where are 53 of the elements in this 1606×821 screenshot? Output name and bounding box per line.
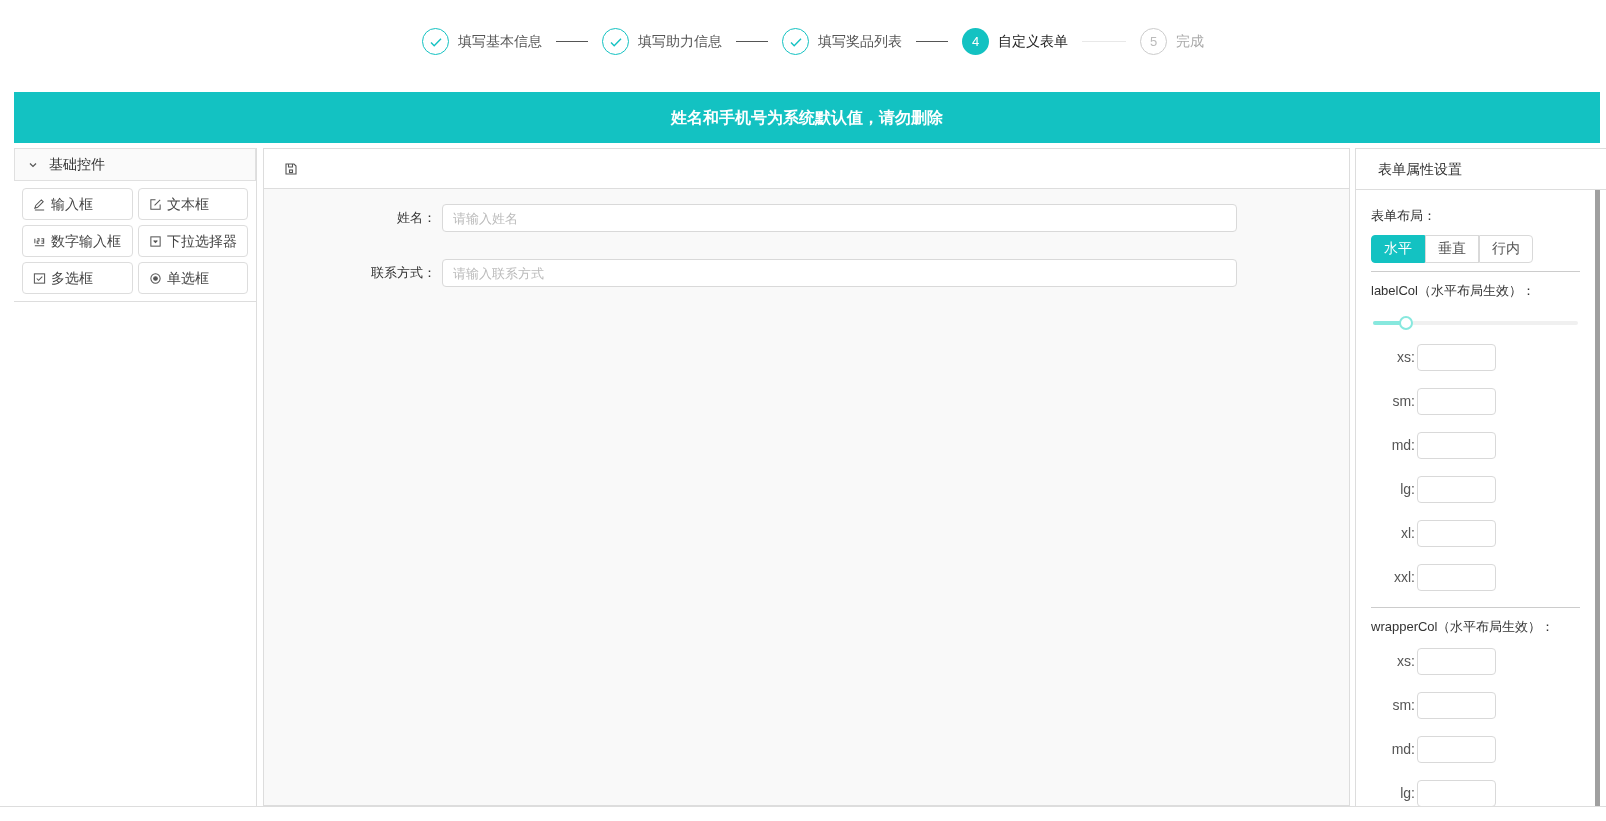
- input-field[interactable]: [1417, 692, 1496, 719]
- group-title: labelCol（水平布局生效）：: [1371, 281, 1536, 300]
- step-label: 自定义表单: [998, 32, 1068, 51]
- control-item[interactable]: 数字输入框: [22, 225, 133, 257]
- field-label: sm:: [1391, 696, 1415, 715]
- field-label: xs:: [1396, 347, 1415, 367]
- input-field[interactable]: [1417, 431, 1496, 459]
- save-icon[interactable]: [284, 161, 298, 176]
- field-label: sm:: [1391, 391, 1415, 411]
- notice-banner: 姓名和手机号为系统默认值，请勿删除: [14, 92, 1600, 143]
- field-label: xs:: [1396, 652, 1415, 671]
- input-field[interactable]: [1417, 519, 1496, 547]
- control-item[interactable]: 下拉选择器: [137, 225, 248, 257]
- control-item[interactable]: 单选框: [137, 262, 248, 294]
- field-label: lg:: [1399, 784, 1415, 803]
- input-field[interactable]: [1417, 780, 1496, 806]
- input-field[interactable]: [1417, 563, 1496, 591]
- pencil-icon: [33, 197, 46, 211]
- step-label: 完成: [1176, 32, 1204, 51]
- field-label: xxl:: [1393, 567, 1415, 587]
- step-number: 4: [962, 28, 989, 55]
- input-field[interactable]: [1417, 736, 1496, 763]
- panel-title: 基础控件: [49, 155, 105, 174]
- input-field[interactable]: [1417, 343, 1496, 371]
- field-label: md:: [1390, 435, 1415, 455]
- radio-icon: [148, 271, 162, 285]
- input-field[interactable]: [1417, 648, 1496, 675]
- control-item[interactable]: 多选框: [22, 262, 133, 294]
- slider[interactable]: [1373, 316, 1578, 330]
- field-label: lg:: [1399, 479, 1415, 499]
- field-label: xl:: [1400, 523, 1415, 543]
- input-field[interactable]: 请输入姓名: [442, 204, 1237, 232]
- step-label: 填写基本信息: [458, 32, 542, 51]
- layout-label: 表单布局：: [1371, 207, 1437, 225]
- control-item[interactable]: 文本框: [137, 188, 248, 220]
- field-label: md:: [1390, 740, 1415, 759]
- slider-thumb[interactable]: [1398, 316, 1413, 330]
- step-label: 填写助力信息: [638, 32, 722, 51]
- input-field[interactable]: [1417, 475, 1496, 503]
- field-label: 姓名：: [396, 209, 437, 228]
- step-label: 填写奖品列表: [818, 32, 902, 51]
- layout-tab[interactable]: 行内: [1479, 234, 1533, 263]
- panel-title: 表单属性设置: [1378, 159, 1462, 179]
- checkbox-icon: [33, 271, 46, 285]
- scrollbar[interactable]: [1595, 190, 1600, 806]
- input-field[interactable]: [1417, 387, 1496, 415]
- input-field[interactable]: 请输入联系方式: [442, 259, 1237, 287]
- dropdown-icon: [148, 234, 162, 248]
- layout-tab[interactable]: 垂直: [1425, 234, 1479, 263]
- group-title: wrapperCol（水平布局生效）：: [1371, 618, 1556, 636]
- control-item[interactable]: 输入框: [22, 188, 133, 220]
- panel-header[interactable]: 基础控件: [14, 148, 256, 181]
- field-label: 联系方式：: [370, 264, 437, 283]
